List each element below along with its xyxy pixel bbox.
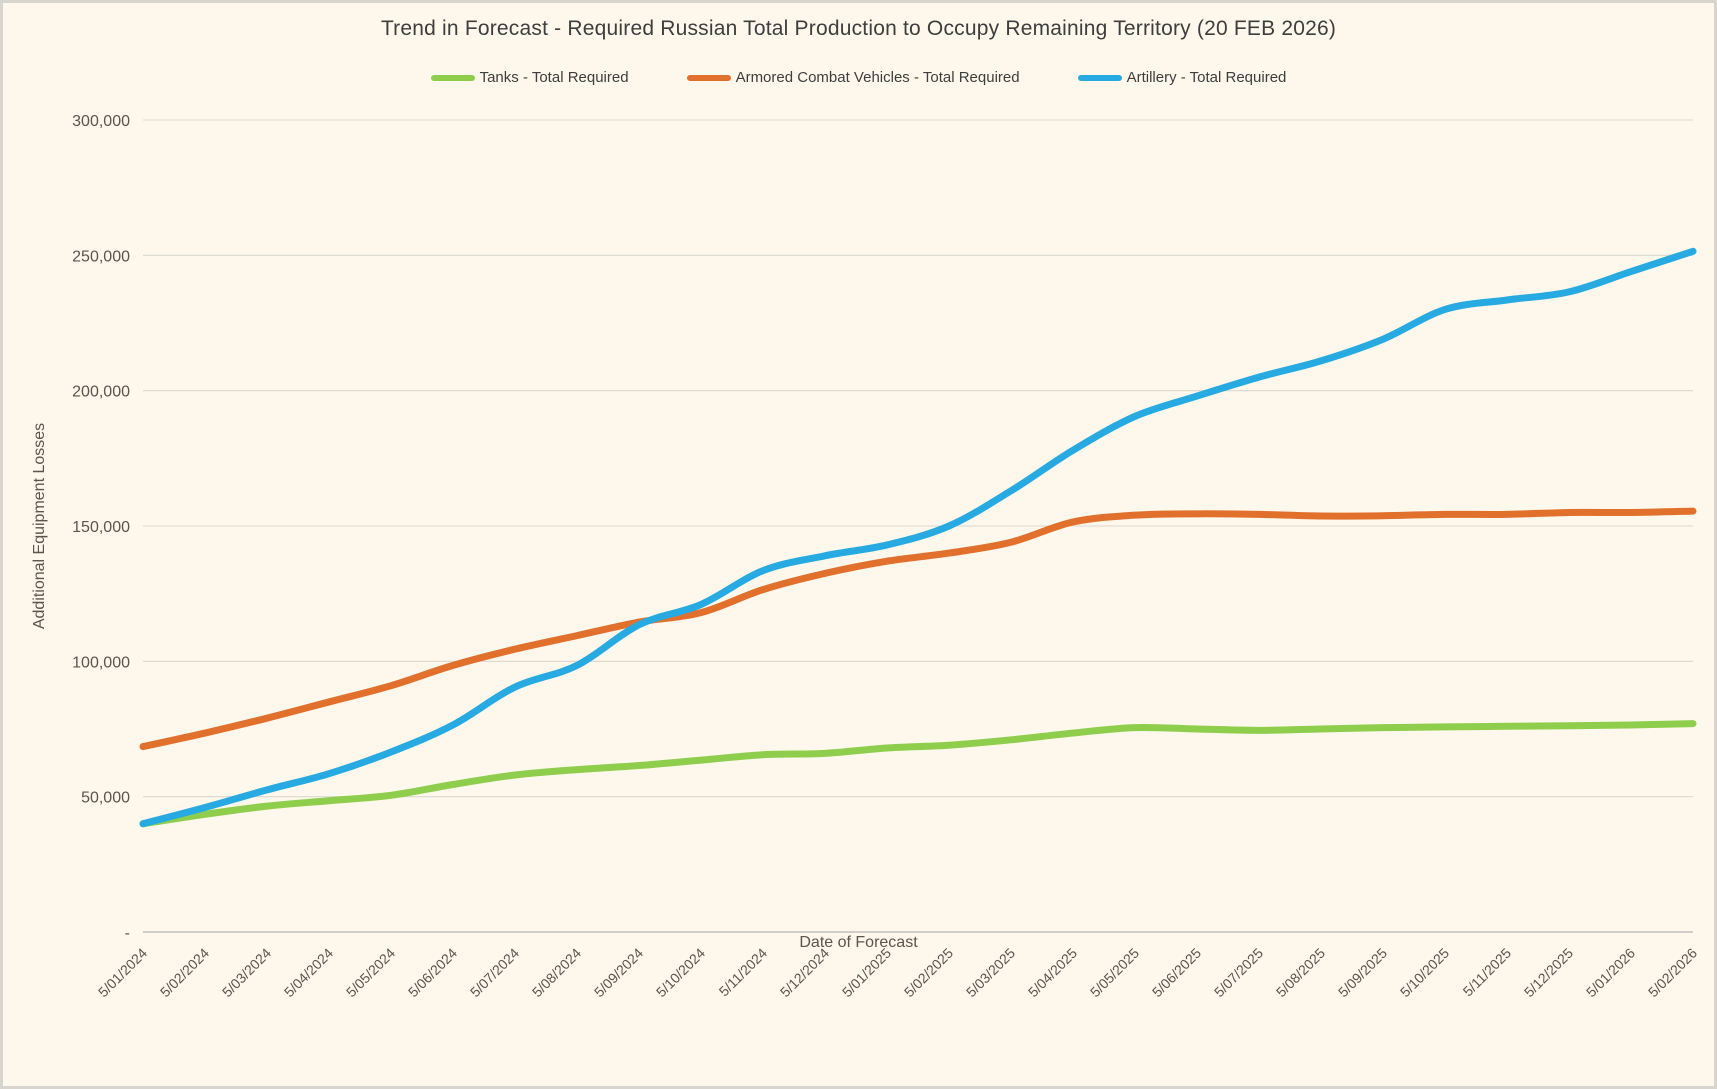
x-tick-label: 5/07/2025 <box>1211 945 1267 1001</box>
x-tick-label: 5/09/2025 <box>1335 945 1391 1001</box>
x-tick-label: 5/05/2024 <box>343 945 399 1001</box>
x-tick-label: 5/01/2025 <box>839 945 895 1001</box>
series-line-artillery <box>143 251 1693 823</box>
x-tick-label: 5/09/2024 <box>591 945 647 1001</box>
x-tick-label: 5/11/2025 <box>1459 945 1514 1000</box>
chart-canvas: Trend in Forecast - Required Russian Tot… <box>0 0 1717 1089</box>
x-tick-label: 5/10/2025 <box>1397 945 1453 1001</box>
series-line-tanks <box>143 724 1693 824</box>
series-line-armored <box>143 511 1693 746</box>
x-tick-label: 5/03/2024 <box>219 945 275 1001</box>
x-tick-label: 5/12/2024 <box>777 945 833 1001</box>
x-tick-label: 5/02/2026 <box>1645 945 1701 1001</box>
plot-area: - 50,000 100,000 150,000 200,000 250,000 300,0… <box>3 3 1717 1089</box>
x-tick-label: 5/02/2025 <box>901 945 957 1001</box>
y-tick-label: 50,000 <box>81 790 130 807</box>
x-tick-label: 5/08/2024 <box>529 945 585 1001</box>
y-tick-label: 150,000 <box>72 519 130 536</box>
x-tick-label: 5/02/2024 <box>157 945 213 1001</box>
x-tick-label: 5/10/2024 <box>653 945 709 1001</box>
x-tick-label: 5/01/2024 <box>95 945 151 1001</box>
x-tick-label: 5/11/2024 <box>715 945 770 1000</box>
x-tick-label: 5/03/2025 <box>963 945 1019 1001</box>
y-tick-label: 200,000 <box>72 384 130 401</box>
x-tick-label: 5/08/2025 <box>1273 945 1329 1001</box>
x-tick-label: 5/05/2025 <box>1087 945 1143 1001</box>
x-tick-label: 5/06/2025 <box>1149 945 1205 1001</box>
x-tick-label: 5/07/2024 <box>467 945 523 1001</box>
y-tick-label: 300,000 <box>72 113 130 130</box>
y-tick-label: 250,000 <box>72 248 130 265</box>
y-tick-label: 100,000 <box>72 654 130 671</box>
x-tick-label: 5/01/2026 <box>1583 945 1639 1001</box>
x-tick-label: 5/06/2024 <box>405 945 461 1001</box>
x-tick-label: 5/04/2025 <box>1025 945 1081 1001</box>
x-tick-label: 5/04/2024 <box>281 945 337 1001</box>
x-tick-label: 5/12/2025 <box>1521 945 1577 1001</box>
y-tick-label: - <box>125 925 130 942</box>
